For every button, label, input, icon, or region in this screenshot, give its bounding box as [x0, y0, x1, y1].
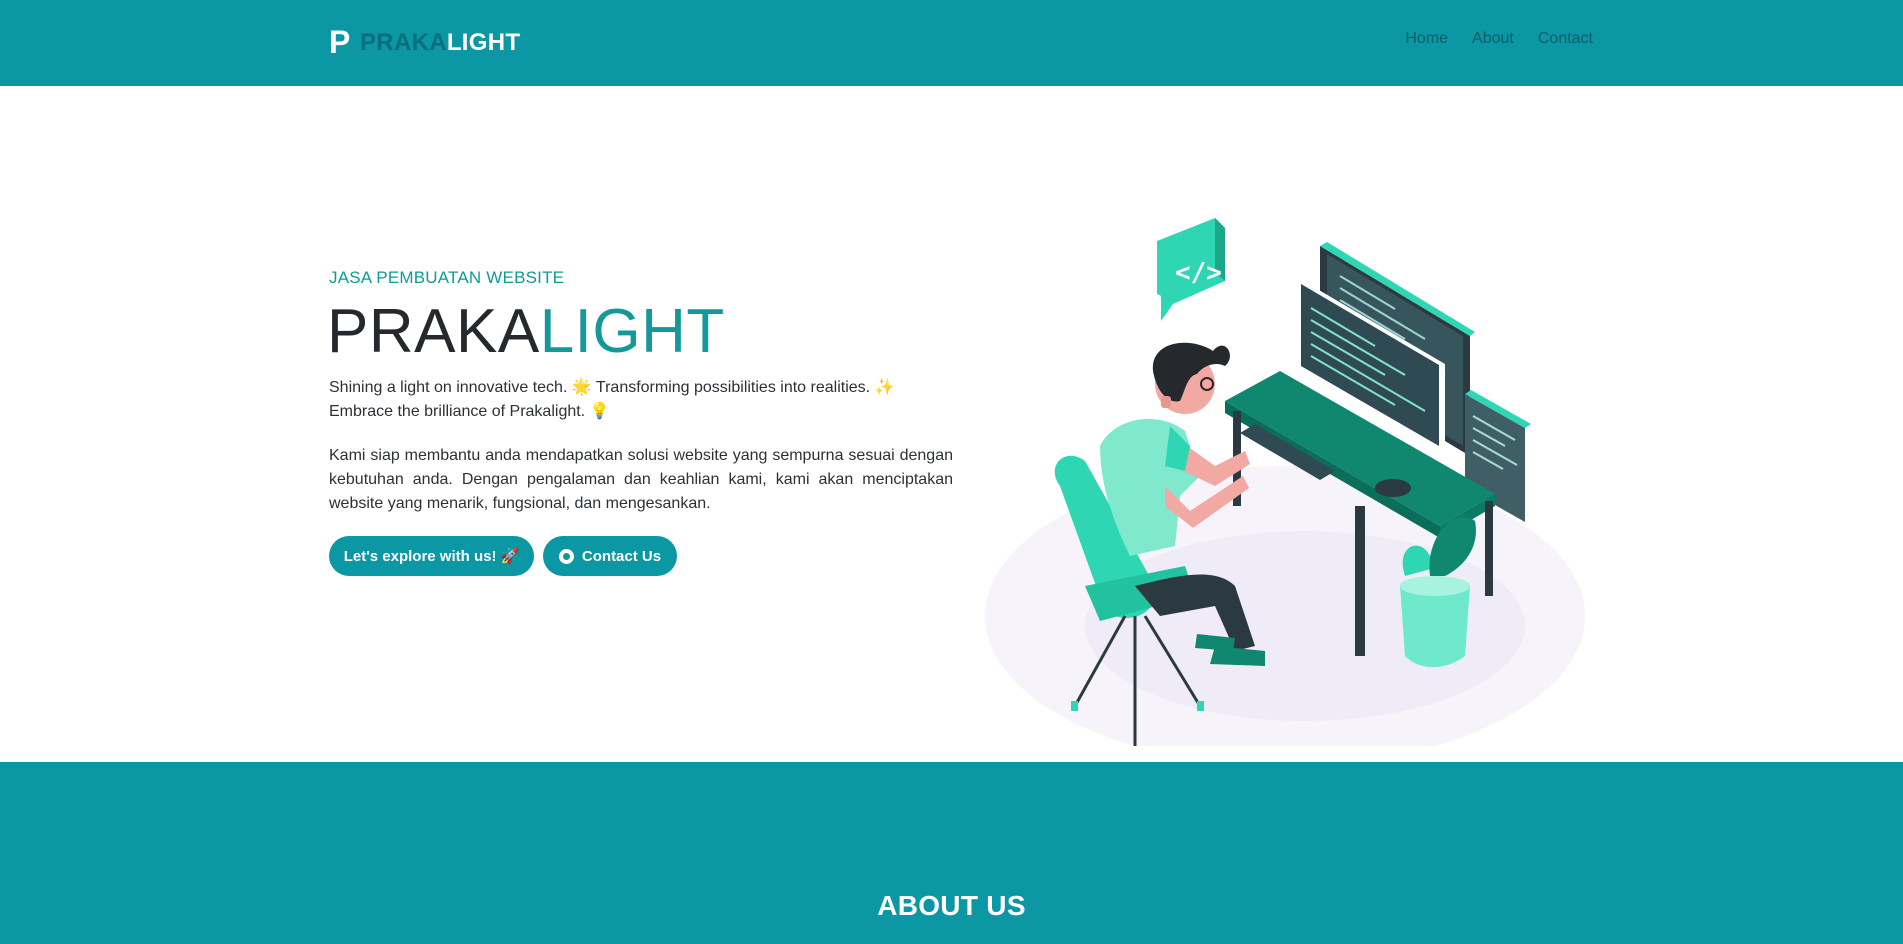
about-section: ABOUT US	[0, 762, 1903, 944]
hero-tagline-line1: Shining a light on innovative tech. 🌟 Tr…	[329, 379, 895, 396]
developer-illustration: </>	[985, 218, 1585, 746]
brand-logo[interactable]: P PRAKALIGHT	[329, 24, 520, 60]
about-title: ABOUT US	[877, 890, 1026, 921]
nav-link-about[interactable]: About	[1472, 30, 1514, 48]
hero-tagline-line2: Embrace the brilliance of Prakalight. 💡	[329, 403, 610, 420]
contact-us-label: Contact Us	[581, 547, 662, 565]
nav-link-contact[interactable]: Contact	[1538, 30, 1593, 48]
top-navbar: P PRAKALIGHT Home About Contact	[0, 0, 1903, 86]
hero-kicker: JASA PEMBUATAN WEBSITE	[329, 268, 565, 287]
contact-us-button[interactable]: Contact Us	[543, 536, 677, 576]
hero-description: Kami siap membantu anda mendapatkan solu…	[329, 447, 953, 512]
hero-title-part2: LIGHT	[539, 297, 725, 366]
hero-tagline: Shining a light on innovative tech. 🌟 Tr…	[329, 376, 929, 424]
main-nav: Home About Contact	[1405, 30, 1593, 48]
code-bubble-icon: </>	[1157, 218, 1225, 321]
logo-p-icon: P	[329, 24, 351, 60]
whatsapp-icon	[558, 548, 574, 564]
hero-title: PRAKALIGHT	[327, 294, 725, 370]
svg-text:</>: </>	[1175, 258, 1222, 288]
hero-title-part1: PRAKA	[327, 297, 540, 366]
explore-button[interactable]: Let's explore with us! 🚀	[329, 536, 534, 576]
brand-name-part2: LIGHT	[446, 29, 521, 56]
brand-name-part1: PRAKA	[360, 29, 447, 56]
hero-section: JASA PEMBUATAN WEBSITE PRAKALIGHT Shinin…	[0, 86, 1903, 762]
nav-link-home[interactable]: Home	[1405, 30, 1448, 48]
brand-name: PRAKALIGHT	[360, 29, 520, 57]
